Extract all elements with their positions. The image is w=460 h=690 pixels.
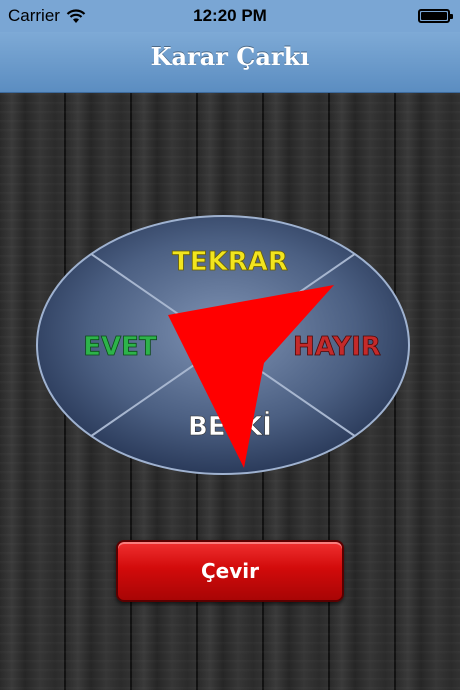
segment-top-label: TEKRAR: [172, 247, 288, 277]
navigation-bar: Karar Çarkı: [0, 32, 460, 93]
status-right: [418, 9, 453, 23]
battery-icon: [418, 9, 453, 23]
status-bar: Carrier 12:20 PM: [0, 0, 460, 32]
segment-left-label: EVET: [83, 332, 157, 362]
wheel-graphic: TEKRAR EVET HAYIR BELKİ: [36, 215, 410, 475]
page-title: Karar Çarkı: [150, 42, 310, 71]
spin-button[interactable]: Çevir: [116, 540, 344, 602]
status-time: 12:20 PM: [193, 6, 267, 25]
decision-wheel[interactable]: TEKRAR EVET HAYIR BELKİ: [34, 213, 412, 477]
segment-right-label: HAYIR: [293, 332, 381, 362]
